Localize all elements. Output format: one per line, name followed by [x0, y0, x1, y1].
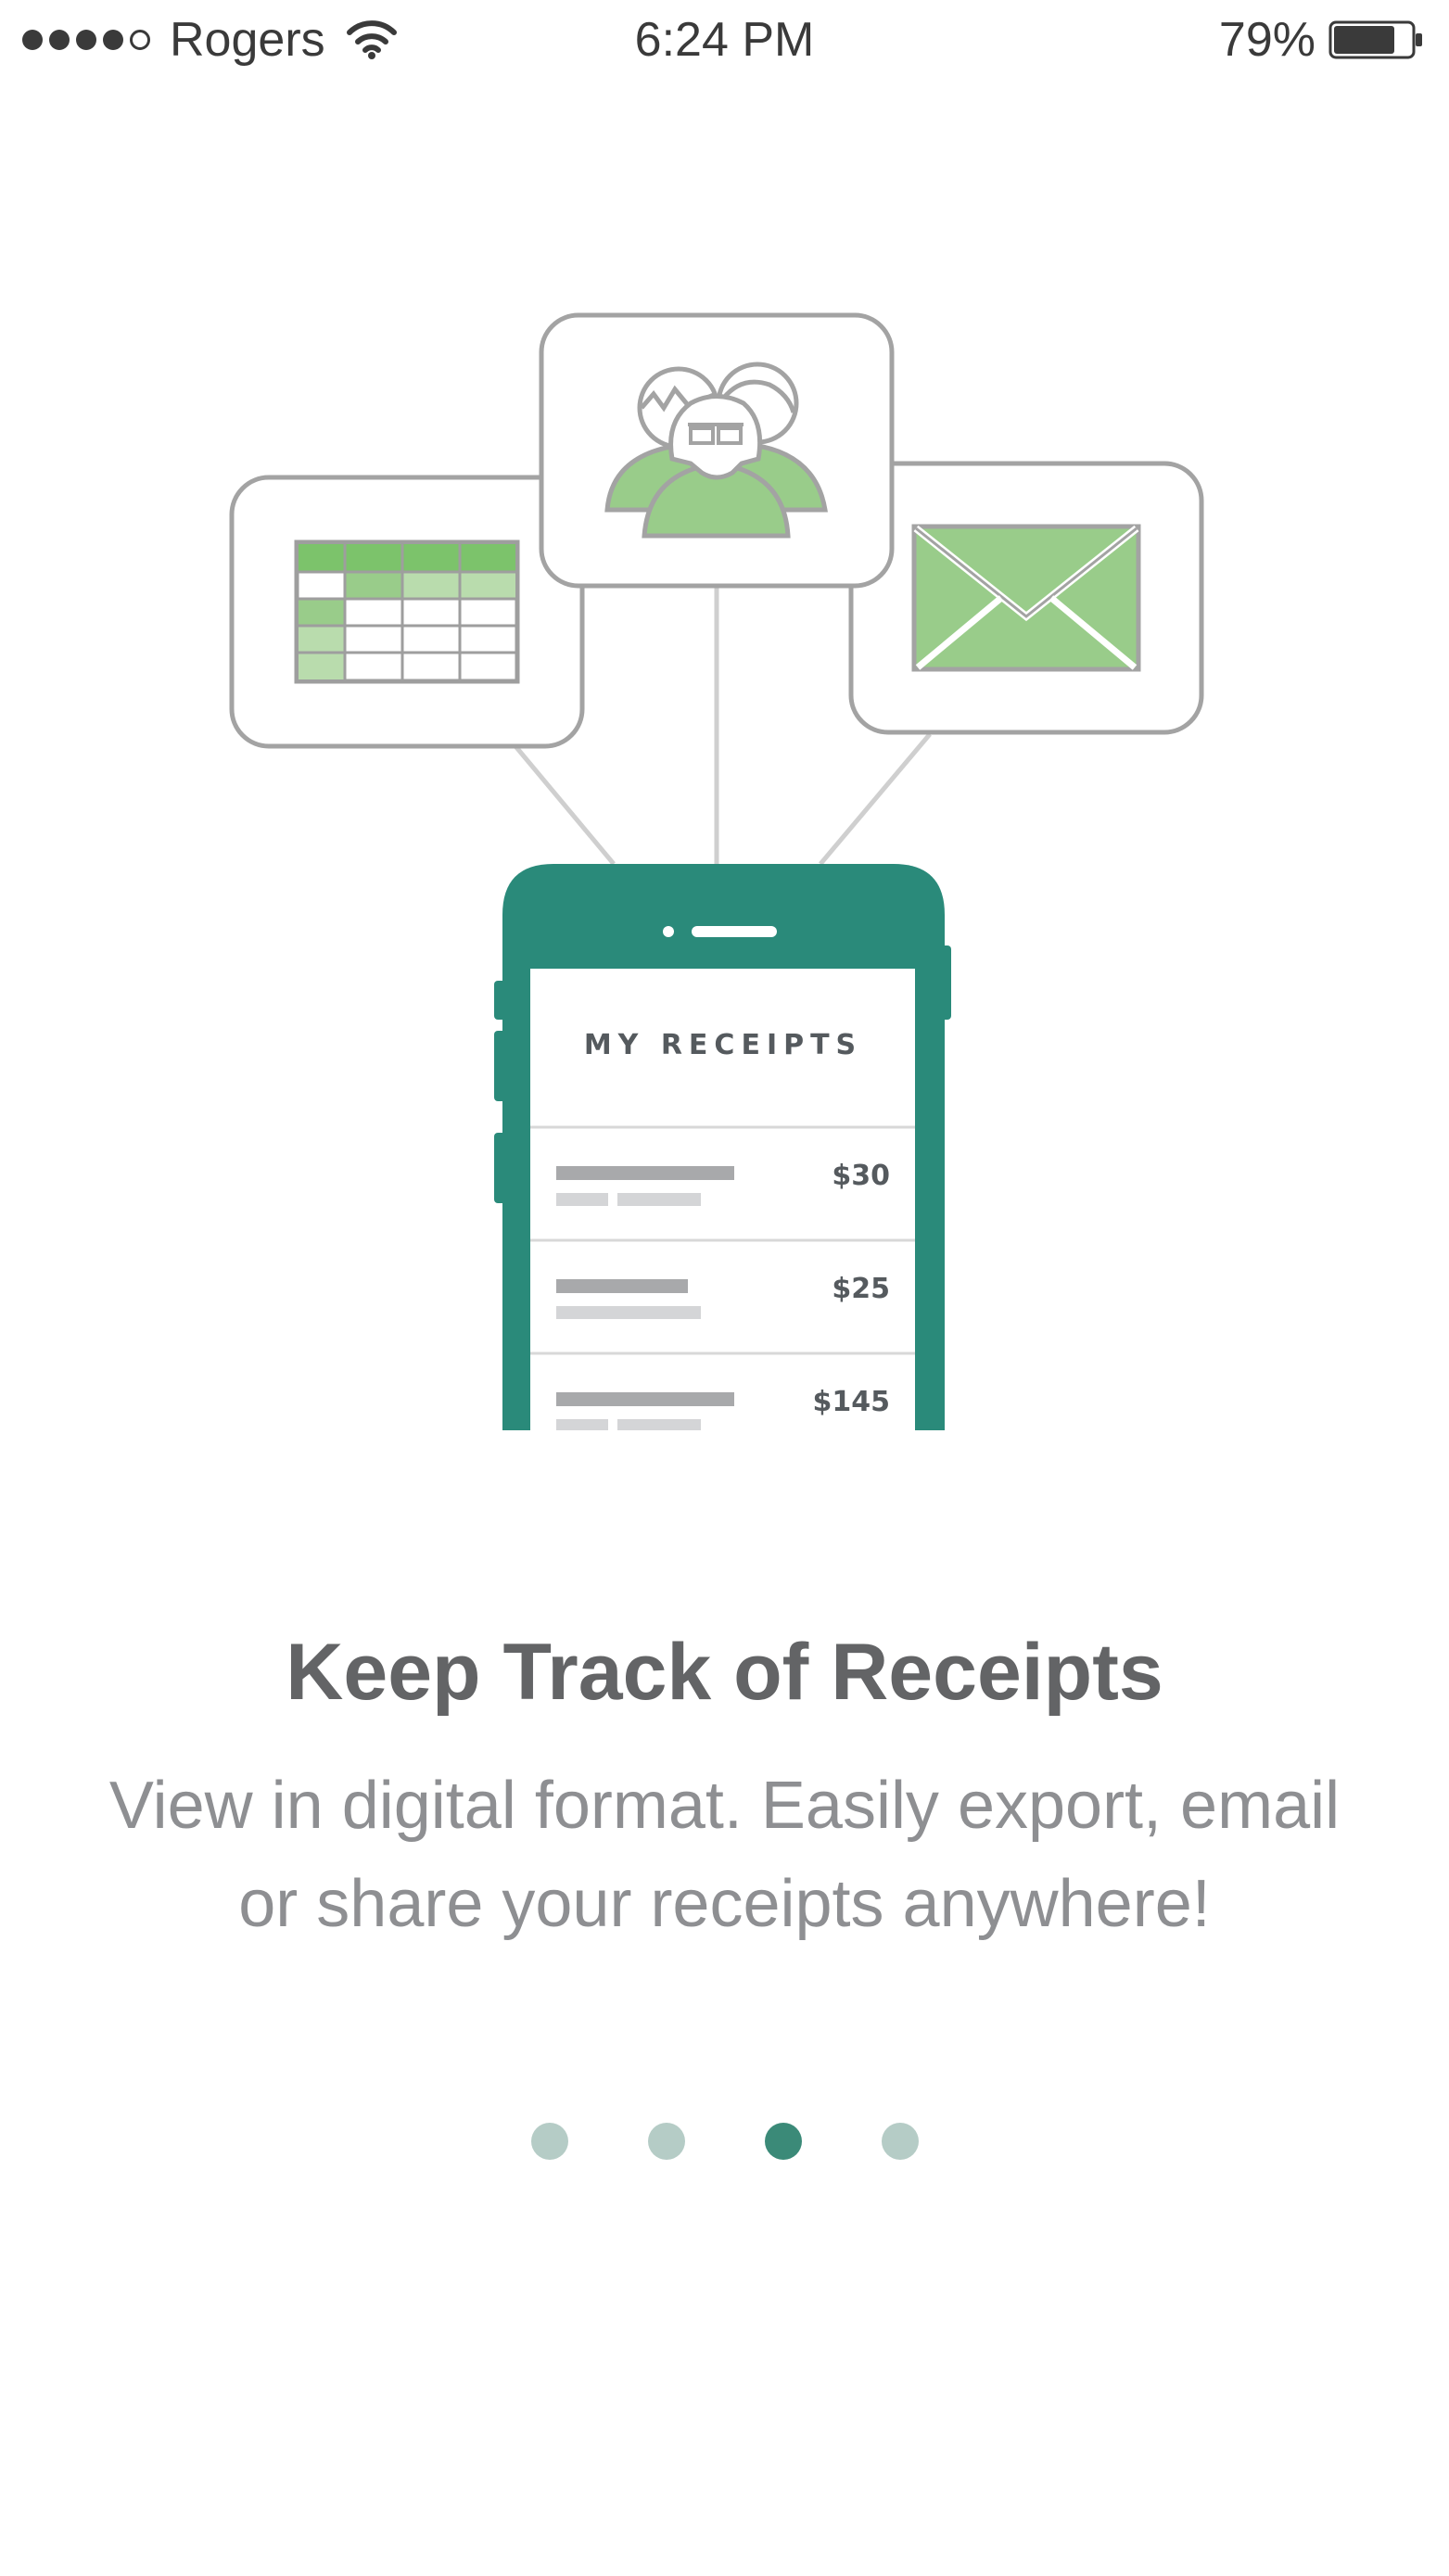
status-right: 79% [1219, 11, 1425, 69]
signal-dot [103, 30, 123, 50]
status-bar: Rogers 6:24 PM 79% [0, 0, 1449, 83]
spreadsheet-icon [294, 539, 520, 684]
page-dot[interactable] [881, 2123, 919, 2160]
onboarding-subtitle: View in digital format. Easily export, e… [108, 1769, 1341, 1941]
signal-dot [49, 30, 70, 50]
receipt-amount: $25 [832, 1273, 890, 1305]
illustration-svg [229, 312, 1204, 1430]
carrier-name: Rogers [170, 13, 325, 67]
wifi-icon [346, 20, 397, 59]
phone-illustration [494, 864, 951, 1430]
status-time: 6:24 PM [634, 13, 815, 67]
status-left: Rogers [22, 11, 398, 69]
battery-icon [1328, 20, 1422, 59]
onboarding-illustration: MY RECEIPTS $30 $25 $145 [0, 278, 1449, 1446]
signal-dot [130, 30, 150, 50]
receipt-amount: $30 [832, 1160, 890, 1192]
signal-dot [76, 30, 96, 50]
page-dot[interactable] [647, 2123, 685, 2160]
battery-percentage: 79% [1218, 13, 1316, 67]
page-indicator[interactable] [0, 2123, 1449, 2160]
receipt-amount: $145 [812, 1386, 891, 1418]
signal-dot [22, 30, 43, 50]
envelope-icon [911, 524, 1141, 672]
battery-level-fill [1334, 26, 1394, 54]
page-dot[interactable] [530, 2123, 568, 2160]
spreadsheet-card [229, 475, 585, 749]
users-card [539, 312, 895, 589]
page-dot[interactable] [764, 2123, 802, 2160]
onboarding-title: Keep Track of Receipts [286, 1628, 1163, 1717]
envelope-card [848, 461, 1204, 735]
signal-strength-icon [22, 30, 157, 50]
phone-screen-title: MY RECEIPTS [583, 1029, 863, 1061]
